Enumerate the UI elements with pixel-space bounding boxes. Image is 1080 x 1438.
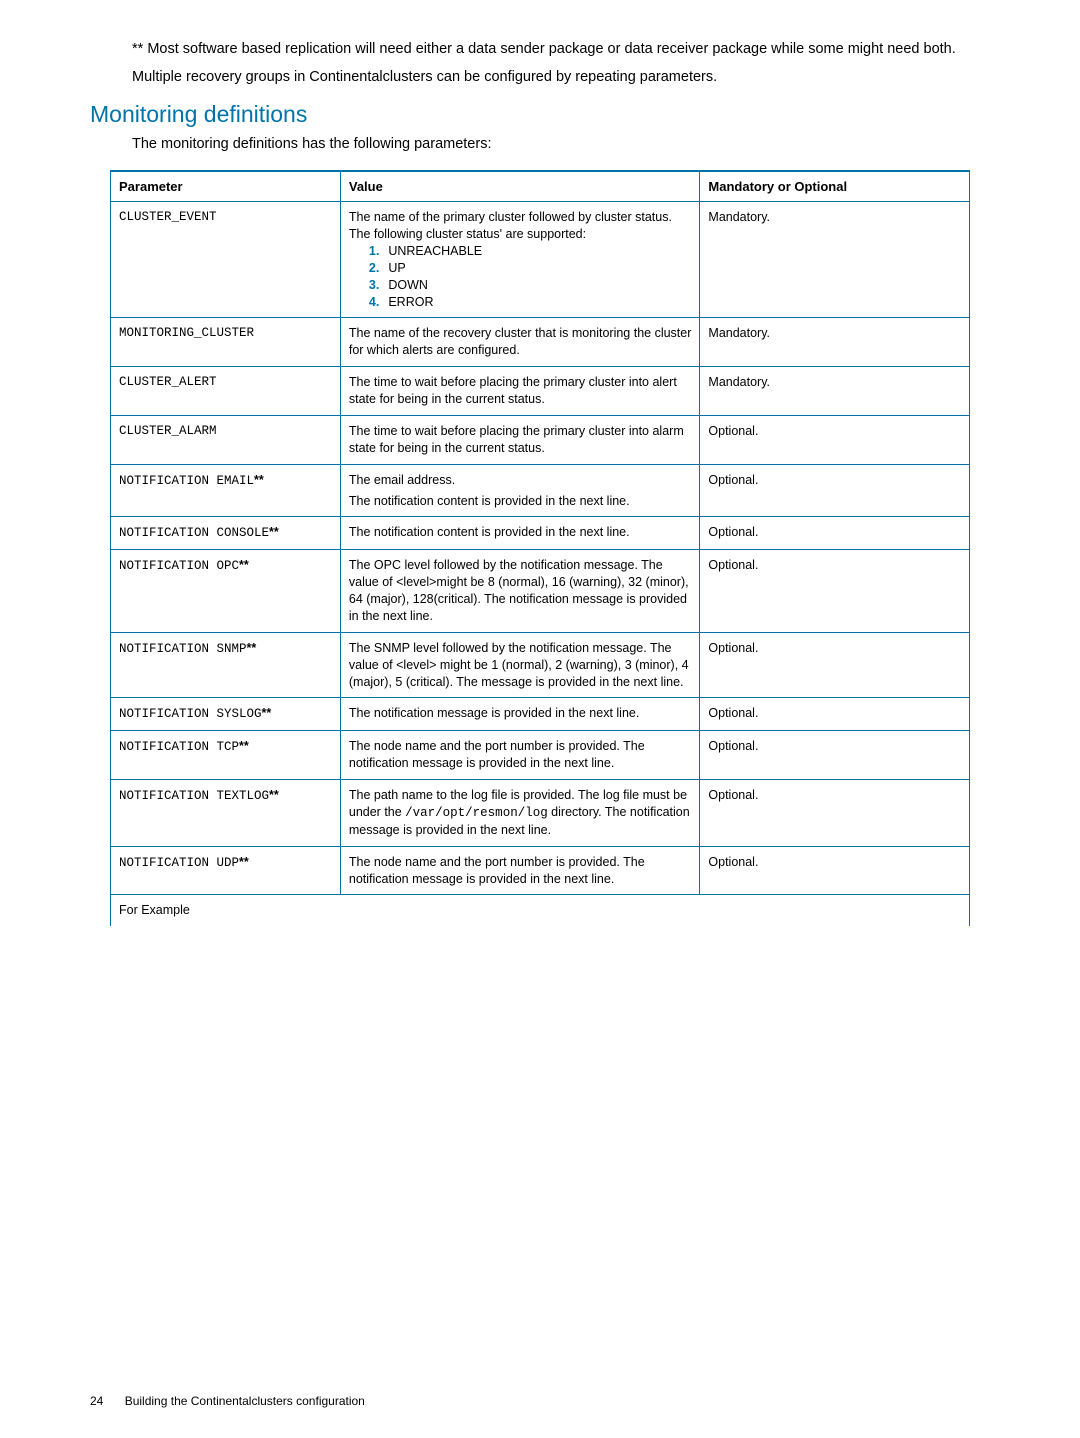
- section-heading: Monitoring definitions: [90, 101, 990, 128]
- value-cell: The time to wait before placing the prim…: [340, 367, 700, 416]
- value-cell: The node name and the port number is pro…: [340, 846, 700, 895]
- param-cell: NOTIFICATION UDP**: [111, 846, 341, 895]
- param-cell: NOTIFICATION EMAIL**: [111, 464, 341, 517]
- table-row: NOTIFICATION SYSLOG**The notification me…: [111, 698, 970, 731]
- value-cell: The path name to the log file is provide…: [340, 780, 700, 847]
- mandatory-cell: Optional.: [700, 464, 970, 517]
- parameters-table: Parameter Value Mandatory or Optional CL…: [110, 170, 970, 926]
- table-row: CLUSTER_ALERTThe time to wait before pla…: [111, 367, 970, 416]
- mandatory-cell: Optional.: [700, 517, 970, 550]
- value-cell: The name of the primary cluster followed…: [340, 202, 700, 318]
- value-cell: The notification message is provided in …: [340, 698, 700, 731]
- table-row: NOTIFICATION SNMP**The SNMP level follow…: [111, 632, 970, 698]
- param-cell: NOTIFICATION SYSLOG**: [111, 698, 341, 731]
- mandatory-cell: Mandatory.: [700, 318, 970, 367]
- table-row: NOTIFICATION TCP**The node name and the …: [111, 731, 970, 780]
- param-cell: CLUSTER_ALARM: [111, 415, 341, 464]
- mandatory-cell: Optional.: [700, 415, 970, 464]
- table-row: NOTIFICATION TEXTLOG**The path name to t…: [111, 780, 970, 847]
- table-row: NOTIFICATION CONSOLE**The notification c…: [111, 517, 970, 550]
- mandatory-cell: Optional.: [700, 632, 970, 698]
- header-value: Value: [340, 171, 700, 202]
- table-row: CLUSTER_EVENTThe name of the primary clu…: [111, 202, 970, 318]
- table-row: NOTIFICATION UDP**The node name and the …: [111, 846, 970, 895]
- mandatory-cell: Optional.: [700, 698, 970, 731]
- header-parameter: Parameter: [111, 171, 341, 202]
- mandatory-cell: Optional.: [700, 846, 970, 895]
- value-cell: The node name and the port number is pro…: [340, 731, 700, 780]
- value-cell: The name of the recovery cluster that is…: [340, 318, 700, 367]
- section-subtext: The monitoring definitions has the follo…: [132, 136, 990, 152]
- mandatory-cell: Optional.: [700, 731, 970, 780]
- param-cell: NOTIFICATION SNMP**: [111, 632, 341, 698]
- value-cell: The SNMP level followed by the notificat…: [340, 632, 700, 698]
- param-cell: CLUSTER_EVENT: [111, 202, 341, 318]
- table-header-row: Parameter Value Mandatory or Optional: [111, 171, 970, 202]
- param-cell: NOTIFICATION TCP**: [111, 731, 341, 780]
- for-example-row: For Example: [111, 895, 970, 926]
- for-example-cell: For Example: [111, 895, 970, 926]
- param-cell: NOTIFICATION TEXTLOG**: [111, 780, 341, 847]
- page-number: 24: [90, 1394, 103, 1408]
- mandatory-cell: Optional.: [700, 550, 970, 633]
- table-row: NOTIFICATION EMAIL**The email address.Th…: [111, 464, 970, 517]
- param-cell: MONITORING_CLUSTER: [111, 318, 341, 367]
- intro-paragraph-1: ** Most software based replication will …: [132, 40, 990, 60]
- mandatory-cell: Mandatory.: [700, 202, 970, 318]
- value-cell: The OPC level followed by the notificati…: [340, 550, 700, 633]
- param-cell: NOTIFICATION OPC**: [111, 550, 341, 633]
- param-cell: NOTIFICATION CONSOLE**: [111, 517, 341, 550]
- value-cell: The email address.The notification conte…: [340, 464, 700, 517]
- intro-paragraph-2: Multiple recovery groups in Continentalc…: [132, 68, 990, 88]
- footer-title: Building the Continentalclusters configu…: [125, 1394, 365, 1408]
- param-cell: CLUSTER_ALERT: [111, 367, 341, 416]
- page-footer: 24 Building the Continentalclusters conf…: [90, 1394, 365, 1408]
- table-row: MONITORING_CLUSTERThe name of the recove…: [111, 318, 970, 367]
- mandatory-cell: Optional.: [700, 780, 970, 847]
- table-row: NOTIFICATION OPC**The OPC level followed…: [111, 550, 970, 633]
- table-row: CLUSTER_ALARMThe time to wait before pla…: [111, 415, 970, 464]
- mandatory-cell: Mandatory.: [700, 367, 970, 416]
- value-cell: The notification content is provided in …: [340, 517, 700, 550]
- header-mandatory: Mandatory or Optional: [700, 171, 970, 202]
- value-cell: The time to wait before placing the prim…: [340, 415, 700, 464]
